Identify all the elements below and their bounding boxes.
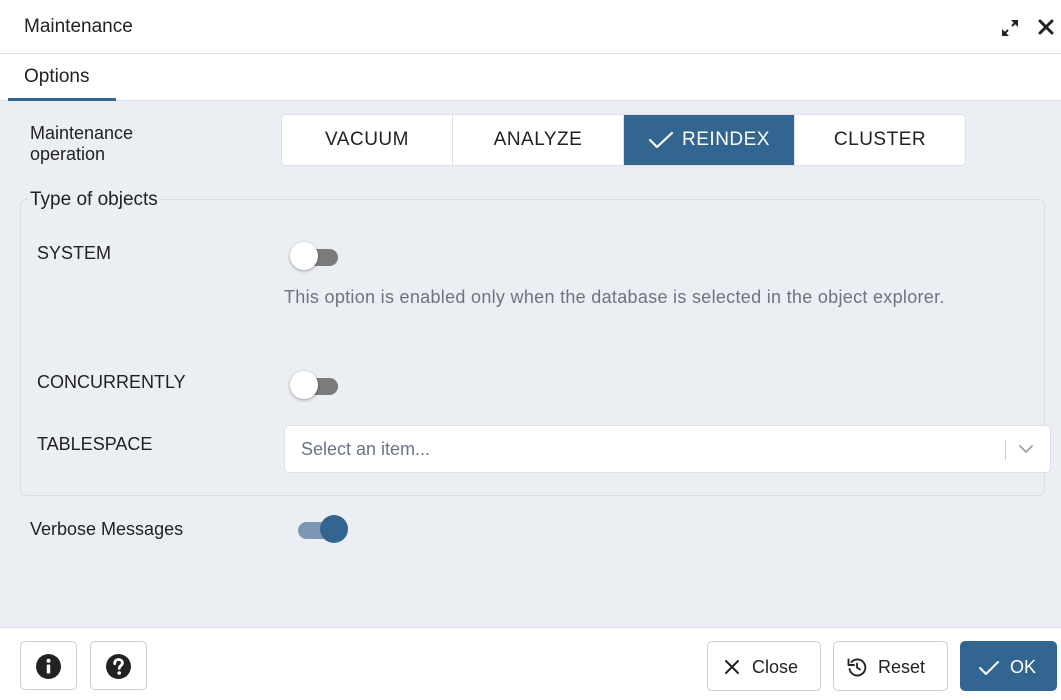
tablespace-label: TABLESPACE xyxy=(37,434,153,454)
verbose-messages-toggle[interactable] xyxy=(298,515,352,543)
concurrently-toggle[interactable] xyxy=(290,371,338,399)
system-toggle-knob xyxy=(290,242,318,270)
operation-cluster-button[interactable]: CLUSTER xyxy=(795,115,965,165)
verbose-toggle-knob xyxy=(320,515,348,543)
operation-analyze-button[interactable]: ANALYZE xyxy=(453,115,624,165)
concurrently-label: CONCURRENTLY xyxy=(37,372,186,392)
maintenance-operation-label: Maintenance operation xyxy=(30,123,134,164)
close-icon[interactable] xyxy=(1037,18,1055,36)
help-button[interactable] xyxy=(90,641,147,690)
concurrently-toggle-knob xyxy=(290,371,318,399)
check-icon xyxy=(979,661,999,675)
reset-icon xyxy=(847,658,867,677)
info-icon xyxy=(36,654,61,679)
system-toggle[interactable] xyxy=(290,242,338,270)
operation-vacuum-button[interactable]: VACUUM xyxy=(282,115,453,165)
close-button[interactable]: Close xyxy=(707,641,821,691)
select-separator xyxy=(1005,440,1006,460)
question-icon xyxy=(106,654,131,679)
tablespace-placeholder: Select an item... xyxy=(301,439,431,459)
operation-reindex-button[interactable]: REINDEX xyxy=(624,115,795,165)
ok-button[interactable]: OK xyxy=(960,641,1057,691)
type-of-objects-legend: Type of objects xyxy=(28,189,160,211)
system-label: SYSTEM xyxy=(37,243,112,263)
dialog-titlebar: Maintenance xyxy=(0,0,1061,54)
maximize-icon[interactable] xyxy=(1000,18,1020,38)
reset-button[interactable]: Reset xyxy=(833,641,948,691)
tab-options-label: Options xyxy=(24,66,90,87)
tablespace-select[interactable]: Select an item... xyxy=(284,425,1051,473)
chevron-down-icon[interactable] xyxy=(1018,443,1034,455)
info-button[interactable] xyxy=(20,641,77,690)
tab-options[interactable]: Options xyxy=(8,54,116,101)
operation-selector: VACUUM ANALYZE REINDEX CLUSTER xyxy=(281,114,966,166)
x-icon xyxy=(725,660,739,674)
dialog-content: Maintenance operation VACUUM ANALYZE REI… xyxy=(0,101,1061,627)
dialog-footer: Close Reset OK xyxy=(0,627,1061,700)
tab-bar: Options xyxy=(0,54,1061,101)
check-icon xyxy=(648,131,674,149)
verbose-messages-label: Verbose Messages xyxy=(30,519,184,539)
dialog-title: Maintenance xyxy=(24,16,133,37)
system-help-text: This option is enabled only when the dat… xyxy=(284,287,945,307)
